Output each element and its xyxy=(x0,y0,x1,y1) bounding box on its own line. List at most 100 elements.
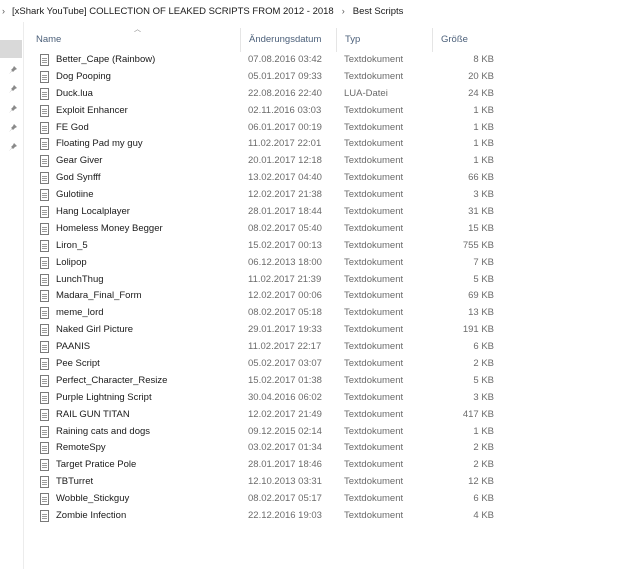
file-size: 5 KB xyxy=(473,374,494,386)
file-row[interactable]: Raining cats and dogs 09.12.2015 02:14 Tex… xyxy=(28,424,503,441)
breadcrumb-separator-icon[interactable]: › xyxy=(342,6,345,16)
file-row[interactable]: Liron_5 15.02.2017 00:13 Textdokument 755 K… xyxy=(28,238,503,255)
pin-icon[interactable] xyxy=(9,66,17,74)
file-type: Textdokument xyxy=(344,239,404,251)
file-name: RemoteSpy xyxy=(56,442,106,454)
navigation-pane xyxy=(0,22,24,569)
file-name: Exploit Enhancer xyxy=(56,104,128,116)
file-type: Textdokument xyxy=(344,358,404,370)
file-row[interactable]: Perfect_Character_Resize 15.02.2017 01:38… xyxy=(28,373,503,390)
file-row[interactable]: Purple Lightning Script 30.04.2016 06:02 T… xyxy=(28,390,503,407)
file-type: Textdokument xyxy=(344,290,404,302)
file-row[interactable]: LunchThug 11.02.2017 21:39 Textdokument 5 K… xyxy=(28,272,503,289)
pin-icon[interactable] xyxy=(9,143,17,151)
file-row[interactable]: Pee Script 05.02.2017 03:07 Textdokument 2 … xyxy=(28,356,503,373)
file-name: meme_lord xyxy=(56,307,104,319)
file-name: Wobble_Stickguy xyxy=(56,493,130,505)
file-name: Target Pratice Pole xyxy=(56,459,137,471)
file-row[interactable]: Zombie Infection 22.12.2016 19:03 Textdoku… xyxy=(28,508,503,525)
file-row[interactable]: Hang Localplayer 28.01.2017 18:44 Textdoku… xyxy=(28,204,503,221)
pin-icon[interactable] xyxy=(9,85,17,93)
column-header-name[interactable]: Name xyxy=(28,28,240,52)
file-type: Textdokument xyxy=(344,222,404,234)
file-type: Textdokument xyxy=(344,70,404,82)
file-name: Madara_Final_Form xyxy=(56,290,142,302)
file-size: 1 KB xyxy=(473,425,494,437)
column-header-size[interactable]: Größe xyxy=(432,28,500,52)
file-row[interactable]: Better_Cape (Rainbow) 07.08.2016 03:42 Tex… xyxy=(28,52,503,69)
file-date: 11.02.2017 21:39 xyxy=(248,273,322,285)
file-row[interactable]: Naked Girl Picture 29.01.2017 19:33 Textdo… xyxy=(28,322,503,339)
file-type: Textdokument xyxy=(344,425,404,437)
file-row[interactable]: TBTurret 12.10.2013 03:31 Textdokument 12 K… xyxy=(28,474,503,491)
file-size: 3 KB xyxy=(473,189,494,201)
file-row[interactable]: Gear Giver 20.01.2017 12:18 Textdokument 1 … xyxy=(28,153,503,170)
file-date: 22.12.2016 19:03 xyxy=(248,510,322,522)
text-document-icon xyxy=(40,341,49,354)
text-document-icon xyxy=(40,374,49,387)
file-type: Textdokument xyxy=(344,408,404,420)
file-name: Raining cats and dogs xyxy=(56,425,151,437)
file-name: TBTurret xyxy=(56,476,94,488)
file-row[interactable]: Target Pratice Pole 28.01.2017 18:46 Textd… xyxy=(28,457,503,474)
file-name: Gear Giver xyxy=(56,155,103,167)
file-row[interactable]: Gulotiine 12.02.2017 21:38 Textdokument 3 K… xyxy=(28,187,503,204)
file-size: 417 KB xyxy=(462,408,494,420)
file-size: 69 KB xyxy=(468,290,494,302)
file-row[interactable]: meme_lord 08.02.2017 05:18 Textdokument 13 … xyxy=(28,305,503,322)
file-row[interactable]: Lolipop 06.12.2013 18:00 Textdokument 7 KB xyxy=(28,255,503,272)
column-header-type[interactable]: Typ xyxy=(336,28,432,52)
file-date: 30.04.2016 06:02 xyxy=(248,391,322,403)
file-row[interactable]: Dog Pooping 05.01.2017 09:33 Textdokument 2… xyxy=(28,69,503,86)
file-size: 1 KB xyxy=(473,155,494,167)
file-date: 20.01.2017 12:18 xyxy=(248,155,322,167)
file-row[interactable]: RemoteSpy 03.02.2017 01:34 Textdokument 2 K… xyxy=(28,440,503,457)
file-row[interactable]: FE God 06.01.2017 00:19 Textdokument 1 KB xyxy=(28,120,503,137)
file-name: Hang Localplayer xyxy=(56,206,130,218)
file-row[interactable]: Madara_Final_Form 12.02.2017 00:06 Textdok… xyxy=(28,288,503,305)
file-type: Textdokument xyxy=(344,374,404,386)
file-name: Better_Cape (Rainbow) xyxy=(56,54,156,65)
column-header-date[interactable]: Änderungsdatum xyxy=(240,28,336,52)
breadcrumb-segment-collection[interactable]: [xShark YouTube] COLLECTION OF LEAKED SC… xyxy=(10,5,336,18)
text-document-icon xyxy=(40,476,49,489)
text-document-icon xyxy=(40,442,49,455)
file-row[interactable]: Duck.lua 22.08.2016 22:40 LUA-Datei 24 KB xyxy=(28,86,503,103)
file-type: Textdokument xyxy=(344,138,404,150)
text-document-icon xyxy=(40,189,49,202)
file-size: 24 KB xyxy=(468,87,494,99)
file-row[interactable]: God Synfff 13.02.2017 04:40 Textdokument 66… xyxy=(28,170,503,187)
file-name: Duck.lua xyxy=(56,87,93,99)
file-name: Liron_5 xyxy=(56,239,88,251)
file-size: 1 KB xyxy=(473,121,494,133)
file-date: 08.02.2017 05:40 xyxy=(248,222,322,234)
breadcrumb-chevron-icon[interactable]: › xyxy=(2,6,5,16)
file-type: Textdokument xyxy=(344,121,404,133)
text-document-icon xyxy=(40,70,49,83)
file-date: 13.02.2017 04:40 xyxy=(248,172,322,184)
file-size: 31 KB xyxy=(468,206,494,218)
file-date: 11.02.2017 22:01 xyxy=(248,138,322,150)
file-row[interactable]: Homeless Money Begger 08.02.2017 05:40 Tex… xyxy=(28,221,503,238)
file-name: Zombie Infection xyxy=(56,510,127,522)
file-row[interactable]: PAANIS 11.02.2017 22:17 Textdokument 6 KB xyxy=(28,339,503,356)
text-document-icon xyxy=(40,138,49,151)
file-date: 02.11.2016 03:03 xyxy=(248,104,322,116)
file-row[interactable]: RAIL GUN TITAN 12.02.2017 21:49 Textdokume… xyxy=(28,407,503,424)
file-row[interactable]: Exploit Enhancer 02.11.2016 03:03 Textdoku… xyxy=(28,103,503,120)
file-date: 08.02.2017 05:18 xyxy=(248,307,322,319)
breadcrumb-segment-best-scripts[interactable]: Best Scripts xyxy=(351,5,406,18)
file-name: FE God xyxy=(56,121,89,133)
file-name: Floating Pad my guy xyxy=(56,138,143,150)
file-list-view: ︿ Name Änderungsdatum Typ Größe Better_C… xyxy=(28,22,620,569)
nav-item-selected[interactable] xyxy=(0,40,22,58)
file-row[interactable]: Wobble_Stickguy 08.02.2017 05:17 Textdokum… xyxy=(28,491,503,508)
breadcrumb: › [xShark YouTube] COLLECTION OF LEAKED … xyxy=(0,0,620,22)
file-date: 15.02.2017 00:13 xyxy=(248,239,322,251)
text-document-icon xyxy=(40,172,49,185)
file-row[interactable]: Floating Pad my guy 11.02.2017 22:01 Textd… xyxy=(28,136,503,153)
pin-icon[interactable] xyxy=(9,124,17,132)
file-type: Textdokument xyxy=(344,54,404,65)
pin-icon[interactable] xyxy=(9,105,17,113)
file-size: 2 KB xyxy=(473,358,494,370)
